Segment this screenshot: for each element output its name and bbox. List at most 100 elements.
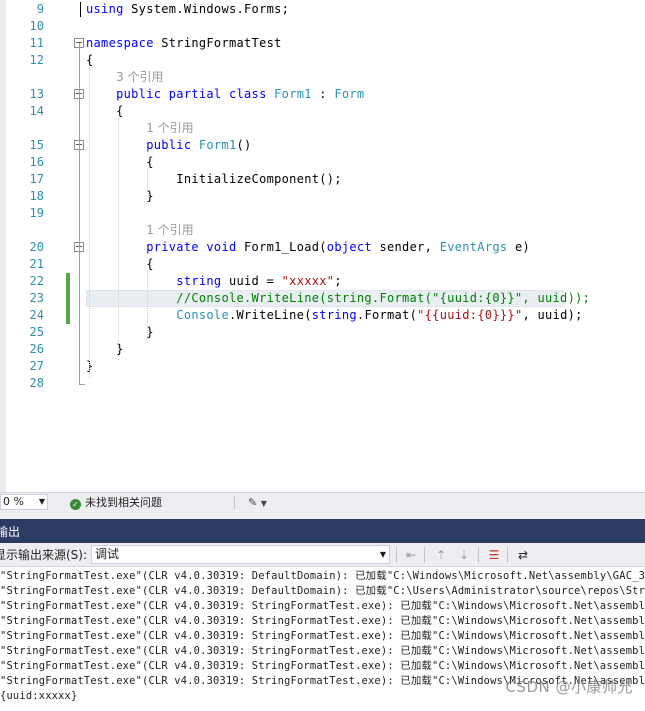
line-number: 27 — [29, 359, 44, 373]
code-text: //Console.WriteLine(string.Format("{uuid… — [86, 290, 590, 307]
code-line[interactable]: 26 } — [0, 341, 645, 358]
code-token: { — [86, 155, 154, 169]
chevron-down-icon: ▼ — [379, 550, 386, 559]
clear-all-button[interactable]: ☰ — [485, 546, 503, 564]
line-number: 14 — [29, 104, 44, 118]
code-cleanup-button[interactable]: ✎ ▼ — [248, 495, 267, 511]
code-line[interactable]: 16 { — [0, 154, 645, 171]
code-text: { — [86, 154, 154, 171]
output-line: "StringFormatTest.exe"(CLR v4.0.30319: S… — [0, 615, 645, 627]
output-toolbar: 显示输出来源(S): 调试 ▼ ⇤ ⇡ ⇣ ☰ ⇄ — [0, 543, 645, 567]
code-line[interactable]: 20 private void Form1_Load(object sender… — [0, 239, 645, 256]
code-editor[interactable]: 9 using System.Windows.Forms; 10 11 namespac… — [0, 0, 645, 492]
line-number: 25 — [29, 325, 44, 339]
zoom-value: 0 % — [3, 495, 24, 508]
issues-text: 未找到相关问题 — [85, 496, 162, 509]
line-number: 15 — [29, 138, 44, 152]
output-line: "StringFormatTest.exe"(CLR v4.0.30319: S… — [0, 630, 645, 642]
code-line[interactable]: 28 — [0, 375, 645, 392]
code-token: () — [236, 138, 252, 152]
codelens-reference-count[interactable]: 1 个引用 — [146, 120, 193, 137]
code-line[interactable]: 12 { — [0, 52, 645, 69]
code-line[interactable]: 13 public partial class Form1 : Form — [0, 86, 645, 103]
code-token: namespace — [86, 36, 154, 50]
code-text: public partial class Form1 : Form — [86, 86, 364, 103]
previous-message-button[interactable]: ⇡ — [432, 546, 450, 564]
code-token: InitializeComponent(); — [86, 172, 342, 186]
code-token: private void — [146, 240, 237, 254]
change-marker — [66, 307, 70, 324]
indent-guide — [89, 67, 90, 377]
line-number: 28 — [29, 376, 44, 390]
clear-all-icon: ☰ — [488, 548, 500, 562]
code-token: StringFormatTest — [153, 36, 282, 50]
next-message-button[interactable]: ⇣ — [455, 546, 473, 564]
zoom-dropdown[interactable]: 0 % ▼ — [0, 494, 48, 510]
indent-guide — [147, 169, 148, 190]
toolbar-separator — [424, 547, 425, 563]
code-token: "xxxxx" — [281, 274, 335, 288]
line-number: 24 — [29, 308, 44, 322]
goto-source-icon: ⇤ — [405, 548, 417, 562]
code-line[interactable]: 18 } — [0, 188, 645, 205]
code-line[interactable]: 25 } — [0, 324, 645, 341]
code-line[interactable]: 11 namespace StringFormatTest — [0, 35, 645, 52]
code-text: private void Form1_Load(object sender, E… — [86, 239, 530, 256]
output-source-label: 显示输出来源(S): — [0, 548, 88, 562]
line-number: 19 — [29, 206, 44, 220]
change-marker — [66, 273, 70, 290]
output-line: "StringFormatTest.exe"(CLR v4.0.30319: S… — [0, 660, 645, 672]
code-line[interactable]: 19 — [0, 205, 645, 222]
code-line[interactable]: 9 using System.Windows.Forms; — [0, 1, 645, 18]
code-line[interactable]: 14 { — [0, 103, 645, 120]
codelens-reference-count[interactable]: 3 个引用 — [116, 69, 163, 86]
code-line[interactable]: 22 string uuid = "xxxxx"; — [0, 273, 645, 290]
codelens-row: 3 个引用 — [0, 69, 645, 86]
line-number: 16 — [29, 155, 44, 169]
code-line[interactable]: 15 public Form1() — [0, 137, 645, 154]
code-token: Form1 — [274, 87, 312, 101]
check-circle-icon: ✓ — [70, 499, 81, 510]
code-line[interactable]: 23 //Console.WriteLine(string.Format("{u… — [0, 290, 645, 307]
output-line: "StringFormatTest.exe"(CLR v4.0.30319: S… — [0, 600, 645, 612]
codelens-reference-count[interactable]: 1 个引用 — [146, 222, 193, 239]
code-token: .WriteLine( — [228, 308, 312, 322]
code-line[interactable]: 21 { — [0, 256, 645, 273]
output-line: "StringFormatTest.exe"(CLR v4.0.30319: D… — [0, 570, 645, 582]
output-source-select[interactable]: 调试 ▼ — [91, 545, 390, 564]
line-number: 13 — [29, 87, 44, 101]
toggle-word-wrap-button[interactable]: ⇄ — [514, 546, 532, 564]
output-line: {uuid:xxxxx} — [0, 690, 78, 702]
code-token: Form — [334, 87, 365, 101]
code-text: Console.WriteLine(string.Format("{{uuid:… — [86, 307, 583, 324]
toolbar-separator — [478, 547, 479, 563]
code-token: public partial class — [116, 87, 267, 101]
code-line[interactable]: 24 Console.WriteLine(string.Format("{{uu… — [0, 307, 645, 324]
codelens-row: 1 个引用 — [0, 120, 645, 137]
code-token: "{{uuid:{0}}}" — [417, 308, 523, 322]
code-line[interactable]: 17 InitializeComponent(); — [0, 171, 645, 188]
line-number: 18 — [29, 189, 44, 203]
code-text: InitializeComponent(); — [86, 171, 342, 188]
output-line: "StringFormatTest.exe"(CLR v4.0.30319: S… — [0, 645, 645, 657]
code-token: .Format( — [356, 308, 418, 322]
code-line[interactable]: 27} — [0, 358, 645, 375]
line-number: 26 — [29, 342, 44, 356]
code-token: Form1 — [198, 138, 237, 152]
text-caret — [80, 2, 81, 17]
watermark: CSDN @小康帅允 — [505, 678, 633, 696]
chevron-down-icon: ▼ — [260, 499, 267, 508]
code-token: System.Windows.Forms; — [123, 2, 290, 16]
arrow-down-icon: ⇣ — [458, 548, 470, 562]
code-text: using System.Windows.Forms; — [86, 1, 289, 18]
issues-indicator[interactable]: ✓ 未找到相关问题 — [70, 495, 162, 510]
code-line[interactable]: 10 — [0, 18, 645, 35]
find-message-in-code-button[interactable]: ⇤ — [402, 546, 420, 564]
status-separator — [234, 496, 235, 509]
line-number: 22 — [29, 274, 44, 288]
